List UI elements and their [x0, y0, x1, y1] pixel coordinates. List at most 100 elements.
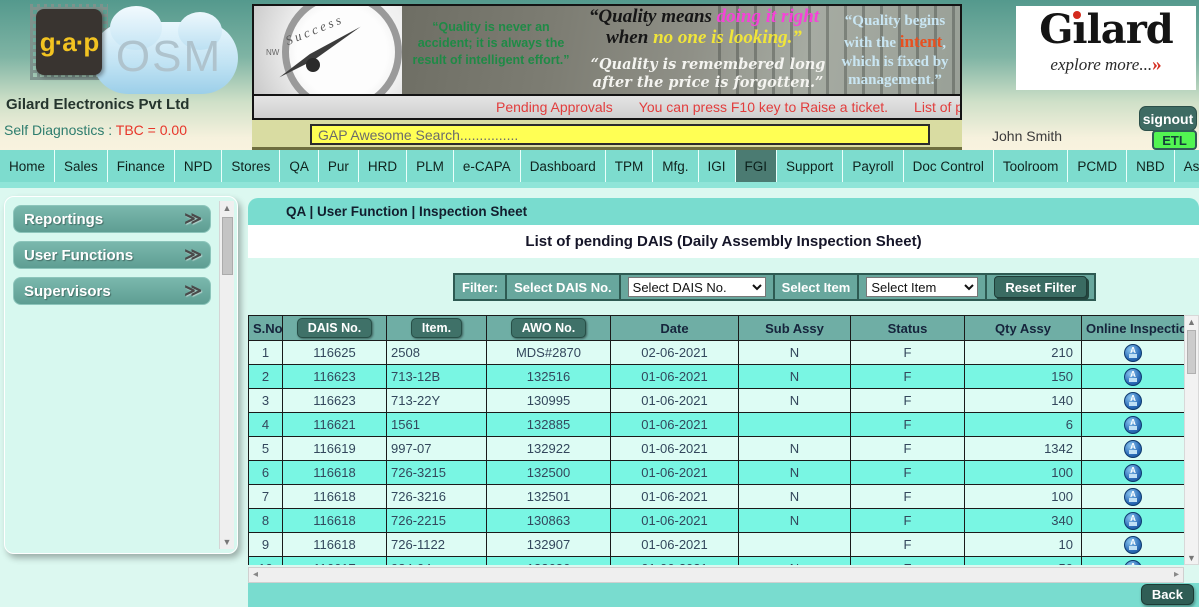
- nav-item-pcmd[interactable]: PCMD: [1068, 150, 1127, 182]
- table-cell-dais_no: 116618: [283, 509, 387, 533]
- dais-table: S.No.DAIS No.Item.AWO No.DateSub AssySta…: [248, 315, 1184, 565]
- brand-g: G: [1039, 6, 1072, 53]
- quote-center-highlight2: no one is looking.”: [653, 27, 802, 48]
- scroll-thumb[interactable]: [222, 217, 233, 275]
- online-inspection-icon[interactable]: [1124, 488, 1142, 506]
- nav-item-payroll[interactable]: Payroll: [843, 150, 903, 182]
- breadcrumb: QA | User Function | Inspection Sheet: [248, 198, 1199, 225]
- nav-item-tpm[interactable]: TPM: [606, 150, 654, 182]
- online-inspection-icon[interactable]: [1124, 368, 1142, 386]
- table-row: 6116618726-321513250001-06-2021NF100: [249, 461, 1185, 485]
- nav-item-home[interactable]: Home: [0, 150, 55, 182]
- sidebar-item-label: User Functions: [24, 247, 133, 264]
- sort-button-awo-no[interactable]: AWO No.: [511, 318, 586, 338]
- nav-item-plm[interactable]: PLM: [407, 150, 454, 182]
- nav-item-asset[interactable]: Asset: [1175, 150, 1199, 182]
- scroll-down-icon[interactable]: ▼: [220, 537, 234, 547]
- sidebar-scrollbar[interactable]: ▲ ▼: [219, 201, 234, 549]
- table-cell-awo_no: 132922: [487, 437, 611, 461]
- table-cell-status: F: [851, 365, 965, 389]
- nav-item-e-capa[interactable]: e-CAPA: [454, 150, 521, 182]
- online-inspection-icon[interactable]: [1124, 464, 1142, 482]
- table-header-row: S.No.DAIS No.Item.AWO No.DateSub AssySta…: [249, 316, 1185, 341]
- table-cell-inspect: [1082, 461, 1185, 485]
- table-cell-sub_assy: [739, 413, 851, 437]
- scroll-right-icon[interactable]: ▸: [1174, 569, 1179, 580]
- table-cell-dais_no: 116618: [283, 533, 387, 557]
- nav-item-fgi[interactable]: FGI: [736, 150, 778, 182]
- sort-button-dais-no[interactable]: DAIS No.: [297, 318, 372, 338]
- nav-item-npd[interactable]: NPD: [175, 150, 223, 182]
- online-inspection-icon[interactable]: [1124, 536, 1142, 554]
- online-inspection-icon[interactable]: [1124, 560, 1142, 566]
- table-cell-sub_assy: N: [739, 557, 851, 566]
- table-cell-sno: 6: [249, 461, 283, 485]
- table-horizontal-scrollbar[interactable]: ◂ ▸: [248, 567, 1184, 583]
- nav-item-hrd[interactable]: HRD: [359, 150, 407, 182]
- table-cell-status: F: [851, 389, 965, 413]
- table-cell-sub_assy: [739, 533, 851, 557]
- nav-item-pur[interactable]: Pur: [319, 150, 359, 182]
- table-vertical-scrollbar[interactable]: ▲ ▼: [1184, 315, 1199, 565]
- scroll-up-icon[interactable]: ▲: [1185, 317, 1198, 327]
- company-name: Gilard Electronics Pvt Ltd: [6, 96, 189, 113]
- dais-filter-label: Select DAIS No.: [507, 275, 621, 299]
- column-header-date: Date: [611, 316, 739, 341]
- signout-button[interactable]: signout: [1139, 106, 1197, 131]
- nav-item-sales[interactable]: Sales: [55, 150, 108, 182]
- table-cell-dais_no: 116617: [283, 557, 387, 566]
- scroll-left-icon[interactable]: ◂: [253, 569, 258, 580]
- sidebar-item-reportings[interactable]: Reportings≫: [13, 205, 211, 233]
- item-select[interactable]: Select Item: [866, 277, 978, 297]
- table-cell-dais_no: 116618: [283, 485, 387, 509]
- online-inspection-icon[interactable]: [1124, 416, 1142, 434]
- table-cell-sub_assy: N: [739, 437, 851, 461]
- table-cell-sub_assy: N: [739, 461, 851, 485]
- sidebar-item-user-functions[interactable]: User Functions≫: [13, 241, 211, 269]
- table-cell-sub_assy: N: [739, 365, 851, 389]
- osm-cloud-text: OSM: [104, 32, 234, 82]
- table-cell-qty_assy: 6: [965, 413, 1082, 437]
- online-inspection-icon[interactable]: [1124, 512, 1142, 530]
- dais-select[interactable]: Select DAIS No.: [628, 277, 766, 297]
- sort-button-item[interactable]: Item.: [411, 318, 462, 338]
- nav-item-stores[interactable]: Stores: [222, 150, 280, 182]
- sidebar-item-supervisors[interactable]: Supervisors≫: [13, 277, 211, 305]
- online-inspection-icon[interactable]: [1124, 440, 1142, 458]
- chevron-double-right-icon: ≫: [184, 209, 202, 229]
- filter-label: Filter:: [455, 275, 507, 299]
- scroll-up-icon[interactable]: ▲: [220, 203, 234, 213]
- nav-item-support[interactable]: Support: [777, 150, 843, 182]
- nav-item-igi[interactable]: IGI: [699, 150, 736, 182]
- table-cell-status: F: [851, 413, 965, 437]
- table-row: 7116618726-321613250101-06-2021NF100: [249, 485, 1185, 509]
- table-cell-inspect: [1082, 437, 1185, 461]
- search-input[interactable]: [310, 124, 930, 145]
- online-inspection-icon[interactable]: [1124, 344, 1142, 362]
- nav-item-qa[interactable]: QA: [280, 150, 319, 182]
- etl-button[interactable]: ETL: [1152, 130, 1197, 150]
- table-cell-date: 01-06-2021: [611, 461, 739, 485]
- column-header-online-inspection: Online Inspection: [1082, 316, 1185, 341]
- nav-item-toolroom[interactable]: Toolroom: [994, 150, 1069, 182]
- table-cell-item: 2508: [387, 341, 487, 365]
- nav-item-finance[interactable]: Finance: [108, 150, 175, 182]
- online-inspection-icon[interactable]: [1124, 392, 1142, 410]
- nav-item-dashboard[interactable]: Dashboard: [521, 150, 606, 182]
- table-cell-status: F: [851, 509, 965, 533]
- scroll-thumb[interactable]: [1187, 330, 1196, 374]
- nav-item-mfg[interactable]: Mfg.: [653, 150, 698, 182]
- table-cell-sub_assy: N: [739, 509, 851, 533]
- nav-item-doc-control[interactable]: Doc Control: [904, 150, 994, 182]
- table-cell-sub_assy: N: [739, 389, 851, 413]
- table-cell-item: 726-2215: [387, 509, 487, 533]
- back-button[interactable]: Back: [1141, 584, 1194, 605]
- scroll-down-icon[interactable]: ▼: [1185, 553, 1198, 563]
- main-panel: QA | User Function | Inspection Sheet Li…: [248, 198, 1199, 607]
- nav-item-nbd[interactable]: NBD: [1127, 150, 1175, 182]
- column-header-status: Status: [851, 316, 965, 341]
- reset-filter-button[interactable]: Reset Filter: [994, 276, 1087, 298]
- table-cell-date: 01-06-2021: [611, 533, 739, 557]
- tagline-text: explore more...: [1050, 55, 1152, 74]
- table-cell-status: F: [851, 437, 965, 461]
